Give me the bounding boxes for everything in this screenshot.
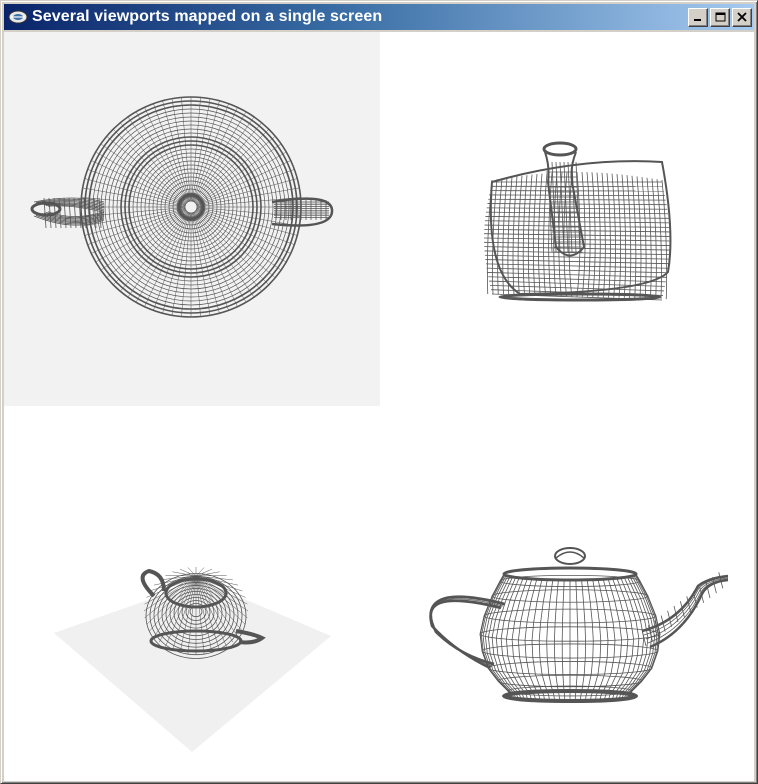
viewport-perspective[interactable]	[4, 406, 380, 781]
app-icon[interactable]	[8, 9, 28, 25]
teapot-side-spout	[641, 572, 729, 649]
window-title: Several viewports mapped on a single scr…	[32, 8, 383, 25]
teapot-side-view	[429, 547, 729, 703]
teapot-top-handle	[271, 197, 334, 227]
teapot-top-wire	[80, 96, 302, 318]
render-canvas[interactable]	[4, 32, 754, 781]
close-button[interactable]	[732, 7, 752, 27]
teapot-perspective-view	[54, 567, 331, 752]
app-window: Several viewports mapped on a single scr…	[0, 0, 758, 784]
viewport-front[interactable]	[380, 32, 754, 406]
minimize-icon	[694, 19, 701, 21]
close-icon	[737, 12, 747, 22]
teapot-top-view	[30, 96, 334, 318]
maximize-button[interactable]	[710, 7, 730, 27]
title-buttons	[686, 7, 752, 27]
teapot-side-handle	[429, 595, 506, 670]
maximize-icon	[715, 12, 725, 22]
teapot-front-view	[483, 141, 672, 302]
minimize-button[interactable]	[688, 7, 708, 27]
teapot-side-wire	[479, 547, 661, 703]
viewport-top[interactable]	[4, 32, 380, 406]
title-bar[interactable]: Several viewports mapped on a single scr…	[4, 4, 754, 30]
viewport-side[interactable]	[380, 406, 754, 781]
